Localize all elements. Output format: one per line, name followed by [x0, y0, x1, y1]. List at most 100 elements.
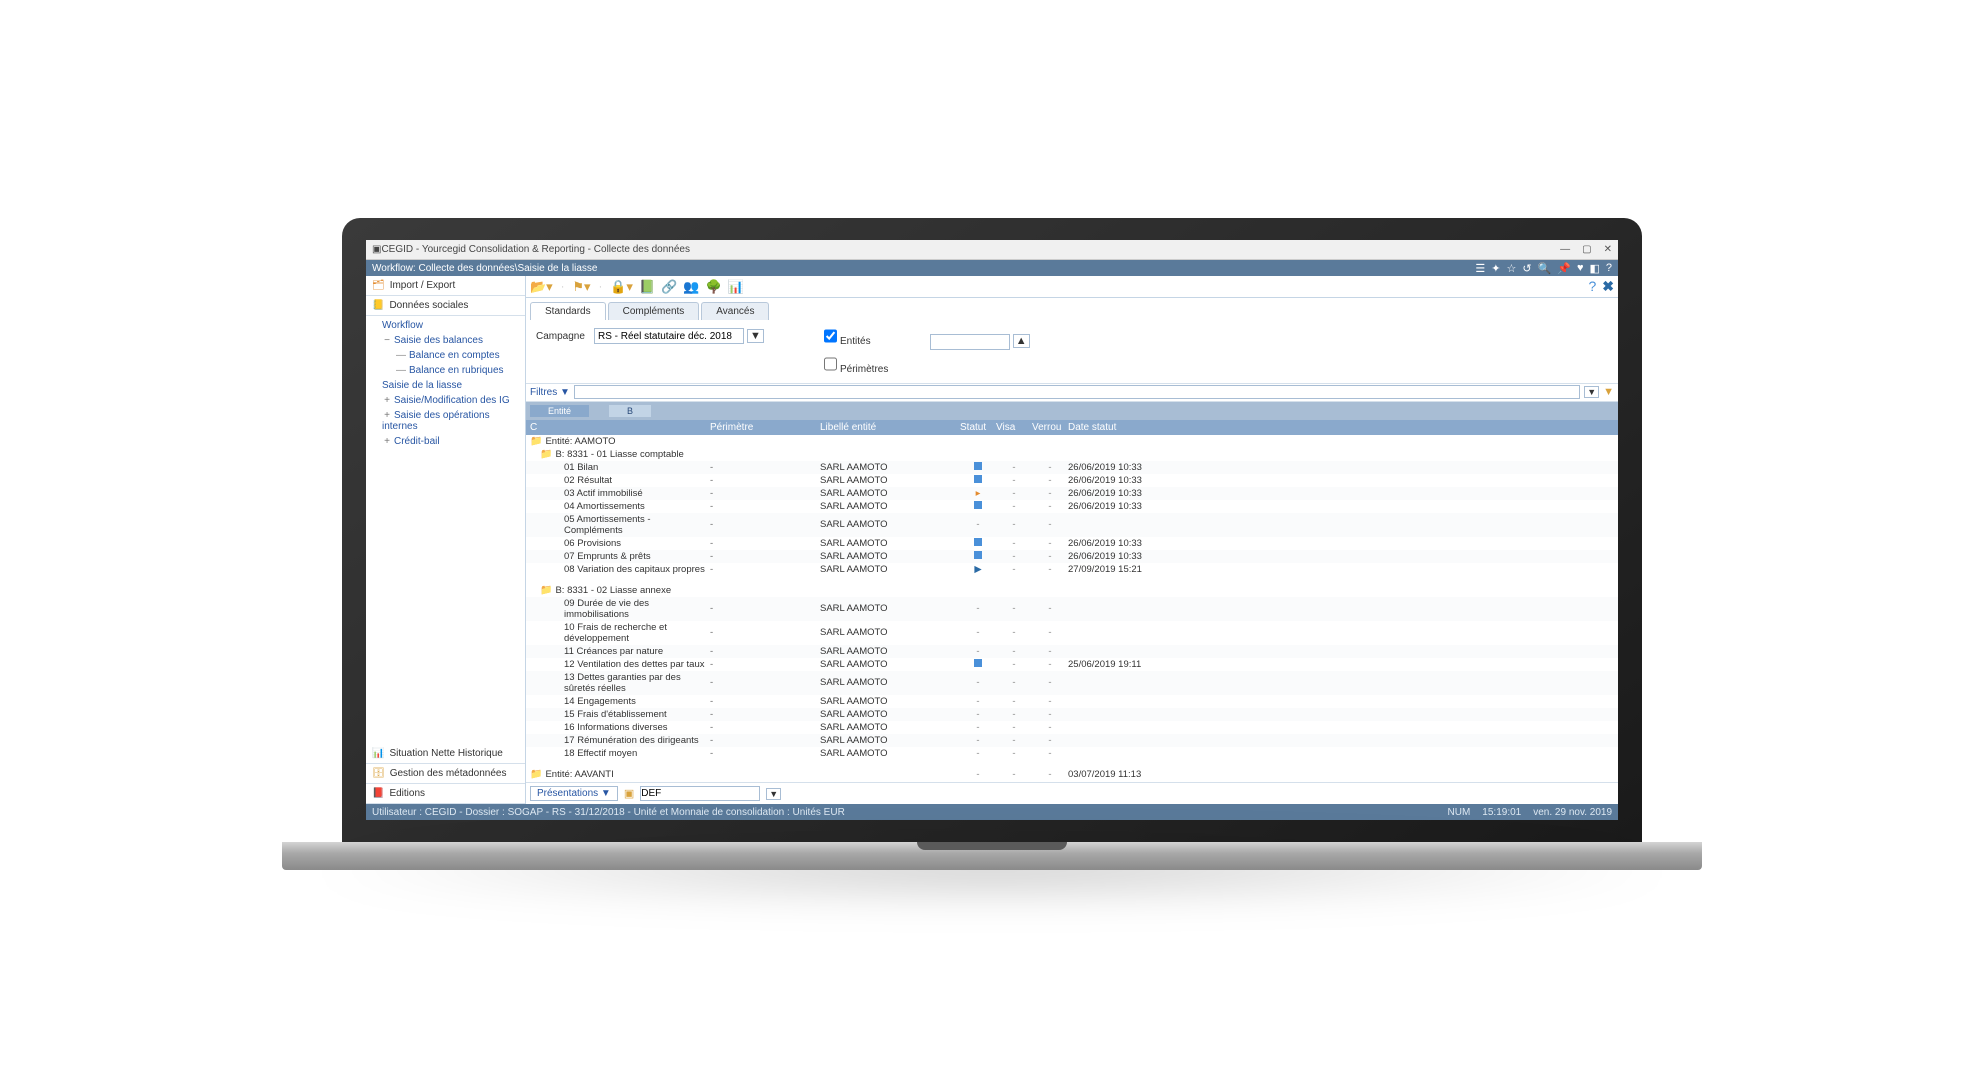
table-row[interactable]: 14 Engagements-SARL AAMOTO---: [526, 695, 1618, 708]
meta-icon: 🗄: [372, 768, 385, 779]
book-icon[interactable]: 📗: [639, 279, 655, 295]
list-icon[interactable]: ☰: [1475, 262, 1485, 275]
tab-complements[interactable]: Compléments: [608, 302, 700, 320]
status-time: 15:19:01: [1482, 807, 1521, 818]
col-statut[interactable]: Statut: [960, 422, 996, 433]
preset-input[interactable]: [640, 786, 760, 801]
sidebar-import-export[interactable]: 🗂 Import / Export: [366, 276, 525, 296]
status-date: ven. 29 nov. 2019: [1533, 807, 1612, 818]
link-icon[interactable]: 🔗: [661, 279, 677, 295]
filter-input[interactable]: [574, 385, 1580, 399]
tree-item[interactable]: —Balance en comptes: [370, 348, 521, 363]
col-c[interactable]: C: [530, 422, 710, 433]
grid: Entité B C Périmètre Libellé entité Stat…: [526, 402, 1618, 783]
dropdown-icon[interactable]: ▲: [1013, 334, 1030, 348]
flag-icon[interactable]: ◧: [1589, 262, 1599, 275]
flag-icon[interactable]: ⚑▾: [572, 279, 590, 295]
editions-icon: 📕: [372, 788, 384, 799]
tree-icon[interactable]: 🌳: [706, 279, 722, 295]
dropdown-icon[interactable]: ▼: [766, 788, 781, 800]
sidebar-situation-nette[interactable]: 📊 Situation Nette Historique: [366, 744, 525, 764]
dropdown-icon[interactable]: ▼: [747, 329, 764, 343]
filter-icon[interactable]: ▼: [1603, 386, 1614, 398]
entites-label: Entités: [840, 336, 871, 347]
table-row[interactable]: 17 Rémunération des dirigeants-SARL AAMO…: [526, 734, 1618, 747]
bar-icon[interactable]: 📊: [728, 279, 744, 295]
col-libelle[interactable]: Libellé entité: [820, 422, 960, 433]
tab-avances[interactable]: Avancés: [701, 302, 769, 320]
tree-item[interactable]: +Saisie des opérations internes: [370, 408, 521, 434]
arrow-icon[interactable]: ↺: [1522, 262, 1531, 275]
col-visa[interactable]: Visa: [996, 422, 1032, 433]
table-row[interactable]: 📁 B: 8331 - 01 Liasse comptable: [526, 448, 1618, 461]
table-row[interactable]: 📁 Entité: AAMOTO: [526, 435, 1618, 448]
close-button[interactable]: ✕: [1604, 244, 1612, 255]
tree-item[interactable]: +Saisie/Modification des IG: [370, 393, 521, 408]
wand-icon[interactable]: ✦: [1491, 262, 1500, 275]
dropdown-icon[interactable]: ▼: [1584, 386, 1599, 398]
table-row[interactable]: 16 Informations diverses-SARL AAMOTO---: [526, 721, 1618, 734]
table-row[interactable]: 04 Amortissements-SARL AAMOTO--26/06/201…: [526, 500, 1618, 513]
sidebar-label: Situation Nette Historique: [389, 748, 502, 759]
table-row[interactable]: 08 Variation des capitaux propres-SARL A…: [526, 563, 1618, 576]
heart-icon[interactable]: ♥: [1577, 262, 1584, 275]
entites-input[interactable]: [930, 334, 1010, 350]
table-row[interactable]: 05 Amortissements - Compléments-SARL AAM…: [526, 513, 1618, 537]
status-bar: Utilisateur : CEGID - Dossier : SOGAP - …: [366, 804, 1618, 820]
sidebar-editions[interactable]: 📕 Editions: [366, 784, 525, 804]
sidebar-label: Données sociales: [389, 300, 468, 311]
pin-icon[interactable]: 📌: [1557, 262, 1571, 275]
help-icon[interactable]: ?: [1606, 262, 1612, 275]
tree-item[interactable]: −Saisie des balances: [370, 333, 521, 348]
tabs: Standards Compléments Avancés: [526, 298, 1618, 320]
lock-icon[interactable]: 🔒▾: [610, 279, 633, 295]
open-icon[interactable]: 📂▾: [530, 279, 553, 295]
sidebar-metadonnees[interactable]: 🗄 Gestion des métadonnées: [366, 764, 525, 784]
folder-icon: 📒: [372, 300, 384, 311]
table-row[interactable]: 10 Frais de recherche et développement-S…: [526, 621, 1618, 645]
table-row[interactable]: 📁 B: 8331 - 02 Liasse annexe: [526, 584, 1618, 597]
tree-item[interactable]: +Crédit-bail: [370, 434, 521, 449]
table-row[interactable]: 18 Effectif moyen-SARL AAMOTO---: [526, 747, 1618, 760]
sidebar-label: Gestion des métadonnées: [390, 768, 507, 779]
col-verrou[interactable]: Verrou: [1032, 422, 1068, 433]
table-row[interactable]: 07 Emprunts & prêts-SARL AAMOTO--26/06/2…: [526, 550, 1618, 563]
table-row[interactable]: 📁 Entité: AAVANTI---03/07/2019 11:13: [526, 768, 1618, 781]
sidebar: 🗂 Import / Export 📒 Données sociales Wor…: [366, 276, 526, 804]
star-icon[interactable]: ☆: [1506, 262, 1516, 275]
help-icon[interactable]: ?: [1588, 278, 1596, 295]
col-date[interactable]: Date statut: [1068, 422, 1168, 433]
presentations-button[interactable]: Présentations ▼: [530, 786, 618, 801]
entites-checkbox[interactable]: [824, 328, 837, 344]
workflow-path: Workflow: Collecte des données\Saisie de…: [372, 263, 598, 274]
workflow-breadcrumb: Workflow: Collecte des données\Saisie de…: [366, 260, 1618, 276]
col-perimetre[interactable]: Périmètre: [710, 422, 820, 433]
tree-item[interactable]: —Balance en rubriques: [370, 363, 521, 378]
tab-standards[interactable]: Standards: [530, 302, 606, 320]
tree-item[interactable]: Saisie de la liasse: [370, 378, 521, 393]
app-icon: ▣: [372, 244, 381, 255]
table-row[interactable]: 13 Dettes garanties par des sûretés réel…: [526, 671, 1618, 695]
campagne-select[interactable]: [594, 328, 744, 344]
search-icon[interactable]: 🔍: [1538, 262, 1552, 275]
table-row[interactable]: 03 Actif immobilisé-SARL AAMOTO▸--26/06/…: [526, 487, 1618, 500]
window-title: CEGID - Yourcegid Consolidation & Report…: [381, 244, 690, 255]
table-row[interactable]: 09 Durée de vie des immobilisations-SARL…: [526, 597, 1618, 621]
table-row[interactable]: 01 Bilan-SARL AAMOTO--26/06/2019 10:33: [526, 461, 1618, 474]
status-context: Utilisateur : CEGID - Dossier : SOGAP - …: [372, 807, 845, 818]
people-icon[interactable]: 👥: [683, 279, 699, 295]
tree-item[interactable]: Workflow: [370, 318, 521, 333]
maximize-button[interactable]: ▢: [1582, 244, 1591, 255]
table-row[interactable]: 12 Ventilation des dettes par taux-SARL …: [526, 658, 1618, 671]
minimize-button[interactable]: —: [1560, 244, 1570, 255]
filtres-button[interactable]: Filtres ▼: [530, 387, 570, 398]
perimetres-checkbox[interactable]: [824, 356, 837, 372]
table-row[interactable]: 11 Créances par nature-SARL AAMOTO---: [526, 645, 1618, 658]
table-row[interactable]: 02 Résultat-SARL AAMOTO--26/06/2019 10:3…: [526, 474, 1618, 487]
close-panel-icon[interactable]: ✖: [1602, 278, 1614, 295]
sidebar-label: Editions: [389, 788, 425, 799]
table-row[interactable]: 06 Provisions-SARL AAMOTO--26/06/2019 10…: [526, 537, 1618, 550]
status-num: NUM: [1448, 807, 1471, 818]
table-row[interactable]: 15 Frais d'établissement-SARL AAMOTO---: [526, 708, 1618, 721]
sidebar-donnees-sociales[interactable]: 📒 Données sociales: [366, 296, 525, 316]
